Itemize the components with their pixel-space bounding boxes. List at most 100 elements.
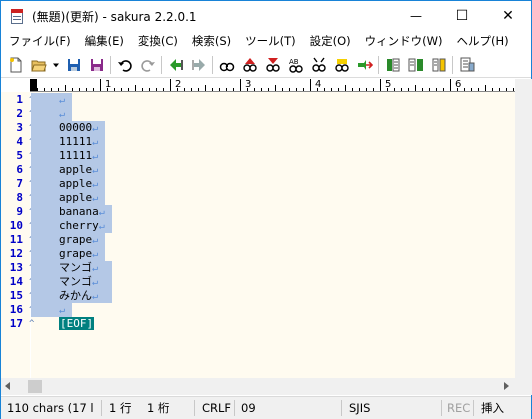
line-number[interactable]: 2 [1,107,23,121]
line-text: cherry [59,219,99,232]
selection-highlight [31,107,72,121]
minimize-button[interactable]: — [393,1,439,31]
text-line[interactable]: ↵ [59,303,65,318]
text-line[interactable]: ↵ [59,107,65,122]
line-number[interactable]: 1 [1,93,23,107]
search-button[interactable] [215,54,238,76]
window-title: (無題)(更新) - sakura 2.2.0.1 [32,9,197,24]
new-file-button[interactable] [4,54,27,76]
save-button[interactable] [62,54,85,76]
line-number[interactable]: 16 [1,303,23,317]
line-number[interactable]: 4 [1,135,23,149]
toolbar-separator [110,55,111,74]
title-bar[interactable]: (無題)(更新) - sakura 2.2.0.1 — ☐ ✕ [1,1,531,31]
horizontal-scroll-thumb[interactable] [28,380,42,393]
status-eol[interactable]: CRLF [202,397,231,419]
undo-button[interactable] [113,54,136,76]
ruler-label-5: 5 [385,79,392,90]
status-column: 1 桁 [147,401,170,415]
status-insert-mode[interactable]: 挿入 [481,397,504,419]
menu-window[interactable]: ウィンドウ(W) [357,31,449,51]
line-text: 11111 [59,149,93,162]
close-icon: ✕ [502,8,514,24]
text-line[interactable]: grape↵ [59,233,98,248]
selection-highlight [31,93,72,107]
jump-forward-button[interactable] [187,54,210,76]
text-line[interactable]: 11111↵ [59,149,98,164]
menu-help[interactable]: ヘルプ(H) [449,31,515,51]
open-button[interactable] [27,54,50,76]
line-number[interactable]: 17 [1,317,23,331]
text-line[interactable]: cherry↵ [59,219,105,234]
toolbar-separator [378,55,379,74]
text-line[interactable]: ↵ [59,93,65,108]
text-line[interactable]: マンゴ↵ [59,275,98,290]
scroll-left-icon[interactable] [5,382,10,390]
text-line[interactable]: grape↵ [59,247,98,262]
undo-icon [117,59,132,72]
text-line[interactable]: banana↵ [59,205,105,220]
jump-back-button[interactable] [164,54,187,76]
menu-search[interactable]: 検索(S) [184,31,237,51]
line-number-gutter[interactable]: 1 2 3 4 5 6 7 8 9 10 11 12 13 14 15 16 17 [1,92,30,378]
scroll-right-icon[interactable] [504,382,509,390]
toolbar-separator [212,55,213,74]
ruler[interactable]: 0 1 2 3 4 5 6 [30,79,520,92]
indent-marker: ^ [29,319,35,329]
open-dropdown-button[interactable] [50,54,62,76]
macro-button[interactable] [427,54,450,76]
menu-file[interactable]: ファイル(F) [1,31,77,51]
menu-convert[interactable]: 変換(C) [130,31,184,51]
line-number[interactable]: 7 [1,177,23,191]
return-icon: ↵ [92,277,99,288]
tag-jump-button[interactable] [353,54,376,76]
search-prev-button[interactable] [238,54,261,76]
vertical-scrollbar[interactable] [515,79,532,378]
line-number[interactable]: 11 [1,233,23,247]
line-number[interactable]: 8 [1,191,23,205]
eof-marker: [EOF] [59,317,95,330]
status-char-code: 09 [241,401,256,415]
tag-jump-icon [357,59,373,70]
grep-button[interactable] [307,54,330,76]
line-number[interactable]: 14 [1,275,23,289]
return-icon: ↵ [92,123,99,134]
line-number[interactable]: 12 [1,247,23,261]
save-all-button[interactable] [85,54,108,76]
grep-icon [311,57,326,72]
horizontal-scrollbar[interactable] [1,378,515,395]
editor-window: (無題)(更新) - sakura 2.2.0.1 — ☐ ✕ ファイル(F) … [0,0,532,419]
text-line[interactable]: apple↵ [59,163,98,178]
outline-button[interactable] [381,54,404,76]
menu-edit[interactable]: 編集(E) [77,31,130,51]
line-number[interactable]: 6 [1,163,23,177]
text-line[interactable]: マンゴ↵ [59,261,98,276]
compare-button[interactable] [404,54,427,76]
status-encoding[interactable]: SJIS [349,397,370,419]
menu-tools[interactable]: ツール(T) [237,31,302,51]
line-number[interactable]: 3 [1,121,23,135]
text-line[interactable]: 00000↵ [59,121,98,136]
text-line[interactable]: みかん↵ [59,289,98,304]
line-number[interactable]: 5 [1,149,23,163]
replace-button[interactable]: AB [284,54,307,76]
text-editor[interactable]: 1234567891011121314151617 ^↵^↵^00000↵^11… [1,92,515,378]
line-text: 11111 [59,135,93,148]
line-number[interactable]: 9 [1,205,23,219]
text-line[interactable]: apple↵ [59,191,98,206]
line-number[interactable]: 10 [1,219,23,233]
text-line[interactable]: 11111↵ [59,135,98,150]
line-number[interactable]: 13 [1,261,23,275]
redo-button[interactable] [136,54,159,76]
line-number[interactable]: 15 [1,289,23,303]
return-icon: ↵ [59,305,66,316]
text-line[interactable]: apple↵ [59,177,98,192]
sakura-app-icon[interactable] [10,8,24,24]
maximize-button[interactable]: ☐ [439,1,485,31]
text-line[interactable]: [EOF] [59,317,95,331]
settings-button[interactable] [455,54,478,76]
search-next-button[interactable] [261,54,284,76]
menu-settings[interactable]: 設定(O) [302,31,357,51]
close-button[interactable]: ✕ [485,1,531,31]
search-clear-button[interactable] [330,54,353,76]
